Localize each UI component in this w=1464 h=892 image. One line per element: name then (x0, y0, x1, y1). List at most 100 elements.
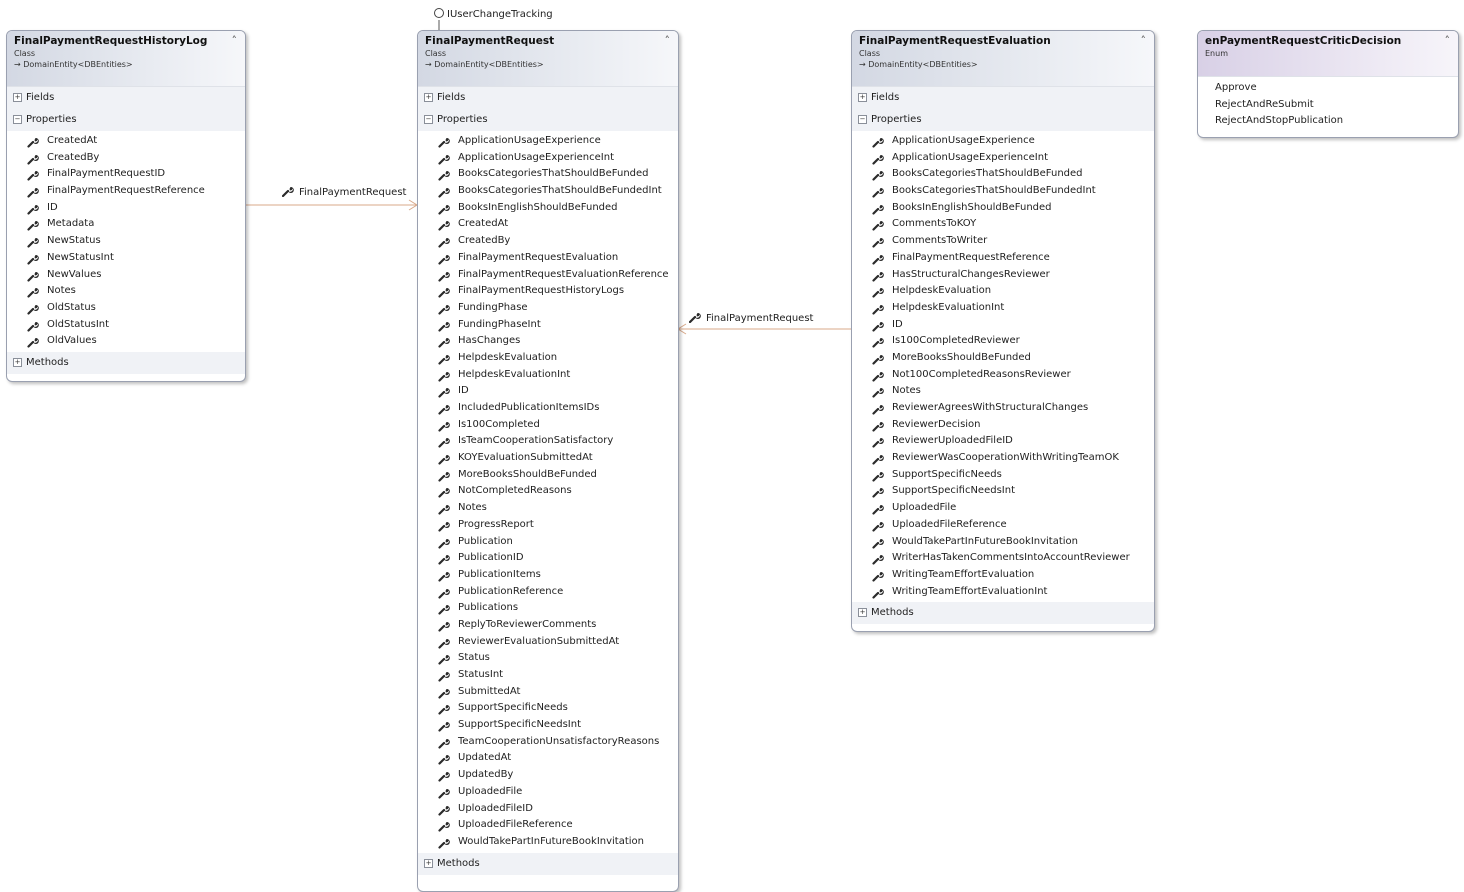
property-row[interactable]: Is100CompletedReviewer (852, 333, 1154, 350)
property-row[interactable]: UploadedFileID (418, 801, 678, 818)
property-row[interactable]: ApplicationUsageExperience (418, 133, 678, 150)
property-row[interactable]: SupportSpecificNeedsInt (418, 717, 678, 734)
property-row[interactable]: SupportSpecificNeedsInt (852, 483, 1154, 500)
property-row[interactable]: FinalPaymentRequestID (7, 166, 245, 183)
property-row[interactable]: FinalPaymentRequestReference (7, 183, 245, 200)
properties-section-toggle[interactable]: − Properties (7, 109, 245, 131)
property-row[interactable]: FundingPhase (418, 300, 678, 317)
property-row[interactable]: BooksInEnglishShouldBeFunded (852, 200, 1154, 217)
fields-section-toggle[interactable]: + Fields (418, 87, 678, 109)
property-row[interactable]: UpdatedAt (418, 750, 678, 767)
property-row[interactable]: Publications (418, 600, 678, 617)
property-row[interactable]: Status (418, 650, 678, 667)
property-row[interactable]: IncludedPublicationItemsIDs (418, 400, 678, 417)
property-row[interactable]: HelpdeskEvaluationInt (418, 367, 678, 384)
property-row[interactable]: BooksCategoriesThatShouldBeFundedInt (418, 183, 678, 200)
property-row[interactable]: SubmittedAt (418, 684, 678, 701)
property-row[interactable]: CreatedBy (7, 150, 245, 167)
property-row[interactable]: BooksCategoriesThatShouldBeFunded (418, 166, 678, 183)
property-row[interactable]: ReviewerDecision (852, 417, 1154, 434)
property-row[interactable]: PublicationID (418, 550, 678, 567)
property-row[interactable]: NewStatus (7, 233, 245, 250)
class-shape-history-log[interactable]: FinalPaymentRequestHistoryLog Class → Do… (6, 30, 246, 382)
property-row[interactable]: CommentsToWriter (852, 233, 1154, 250)
class-header[interactable]: FinalPaymentRequestHistoryLog Class → Do… (7, 31, 245, 87)
property-row[interactable]: ReplyToReviewerComments (418, 617, 678, 634)
double-chevron-up-icon[interactable]: ˄ (1141, 34, 1147, 47)
double-chevron-up-icon[interactable]: ˄ (665, 34, 671, 47)
property-row[interactable]: CreatedAt (418, 216, 678, 233)
property-row[interactable]: Is100Completed (418, 417, 678, 434)
fields-section-toggle[interactable]: + Fields (7, 87, 245, 109)
property-row[interactable]: NewStatusInt (7, 250, 245, 267)
property-row[interactable]: UploadedFileReference (852, 517, 1154, 534)
double-chevron-up-icon[interactable]: ˄ (1445, 34, 1451, 47)
enum-shape-critic-decision[interactable]: enPaymentRequestCriticDecision Enum ˄ Ap… (1197, 30, 1459, 138)
methods-section-toggle[interactable]: + Methods (418, 852, 678, 875)
property-row[interactable]: ReviewerWasCooperationWithWritingTeamOK (852, 450, 1154, 467)
property-row[interactable]: ID (852, 317, 1154, 334)
property-row[interactable]: MoreBooksShouldBeFunded (418, 467, 678, 484)
association-label-evaluation-to-request[interactable]: FinalPaymentRequest (689, 311, 813, 324)
property-row[interactable]: ReviewerEvaluationSubmittedAt (418, 634, 678, 651)
property-row[interactable]: OldValues (7, 333, 245, 350)
property-row[interactable]: UploadedFile (418, 784, 678, 801)
property-row[interactable]: WritingTeamEffortEvaluationInt (852, 584, 1154, 601)
property-row[interactable]: PublicationItems (418, 567, 678, 584)
enum-header[interactable]: enPaymentRequestCriticDecision Enum ˄ (1198, 31, 1458, 77)
property-row[interactable]: OldStatusInt (7, 317, 245, 334)
property-row[interactable]: UploadedFile (852, 500, 1154, 517)
property-row[interactable]: CommentsToKOY (852, 216, 1154, 233)
property-row[interactable]: BooksInEnglishShouldBeFunded (418, 200, 678, 217)
property-row[interactable]: WouldTakePartInFutureBookInvitation (418, 834, 678, 851)
property-row[interactable]: HasStructuralChangesReviewer (852, 267, 1154, 284)
interface-lollipop[interactable]: IUserChangeTracking (434, 8, 553, 20)
association-label-log-to-request[interactable]: FinalPaymentRequest (282, 185, 406, 198)
property-row[interactable]: FinalPaymentRequestHistoryLogs (418, 283, 678, 300)
property-row[interactable]: CreatedBy (418, 233, 678, 250)
property-row[interactable]: NewValues (7, 267, 245, 284)
property-row[interactable]: WritingTeamEffortEvaluation (852, 567, 1154, 584)
property-row[interactable]: NotCompletedReasons (418, 483, 678, 500)
property-row[interactable]: HelpdeskEvaluationInt (852, 300, 1154, 317)
property-row[interactable]: Metadata (7, 216, 245, 233)
property-row[interactable]: FinalPaymentRequestEvaluation (418, 250, 678, 267)
property-row[interactable]: Not100CompletedReasonsReviewer (852, 367, 1154, 384)
property-row[interactable]: BooksCategoriesThatShouldBeFunded (852, 166, 1154, 183)
property-row[interactable]: SupportSpecificNeeds (852, 467, 1154, 484)
property-row[interactable]: HelpdeskEvaluation (418, 350, 678, 367)
property-row[interactable]: SupportSpecificNeeds (418, 700, 678, 717)
property-row[interactable]: HasChanges (418, 333, 678, 350)
enum-value[interactable]: Approve (1198, 80, 1458, 97)
property-row[interactable]: Publication (418, 534, 678, 551)
property-row[interactable]: StatusInt (418, 667, 678, 684)
property-row[interactable]: Notes (418, 500, 678, 517)
property-row[interactable]: BooksCategoriesThatShouldBeFundedInt (852, 183, 1154, 200)
property-row[interactable]: ID (418, 383, 678, 400)
properties-section-toggle[interactable]: − Properties (418, 109, 678, 131)
property-row[interactable]: ApplicationUsageExperience (852, 133, 1154, 150)
property-row[interactable]: ProgressReport (418, 517, 678, 534)
property-row[interactable]: PublicationReference (418, 584, 678, 601)
property-row[interactable]: Notes (7, 283, 245, 300)
methods-section-toggle[interactable]: + Methods (7, 351, 245, 374)
property-row[interactable]: Notes (852, 383, 1154, 400)
class-shape-payment-request[interactable]: FinalPaymentRequest Class → DomainEntity… (417, 30, 679, 892)
property-row[interactable]: TeamCooperationUnsatisfactoryReasons (418, 734, 678, 751)
property-row[interactable]: FinalPaymentRequestReference (852, 250, 1154, 267)
property-row[interactable]: ID (7, 200, 245, 217)
property-row[interactable]: FinalPaymentRequestEvaluationReference (418, 267, 678, 284)
property-row[interactable]: ReviewerAgreesWithStructuralChanges (852, 400, 1154, 417)
property-row[interactable]: IsTeamCooperationSatisfactory (418, 433, 678, 450)
property-row[interactable]: HelpdeskEvaluation (852, 283, 1154, 300)
property-row[interactable]: KOYEvaluationSubmittedAt (418, 450, 678, 467)
class-header[interactable]: FinalPaymentRequestEvaluation Class → Do… (852, 31, 1154, 87)
property-row[interactable]: OldStatus (7, 300, 245, 317)
property-row[interactable]: WouldTakePartInFutureBookInvitation (852, 534, 1154, 551)
property-row[interactable]: MoreBooksShouldBeFunded (852, 350, 1154, 367)
property-row[interactable]: FundingPhaseInt (418, 317, 678, 334)
class-shape-evaluation[interactable]: FinalPaymentRequestEvaluation Class → Do… (851, 30, 1155, 632)
properties-section-toggle[interactable]: − Properties (852, 109, 1154, 131)
property-row[interactable]: UpdatedBy (418, 767, 678, 784)
methods-section-toggle[interactable]: + Methods (852, 602, 1154, 625)
